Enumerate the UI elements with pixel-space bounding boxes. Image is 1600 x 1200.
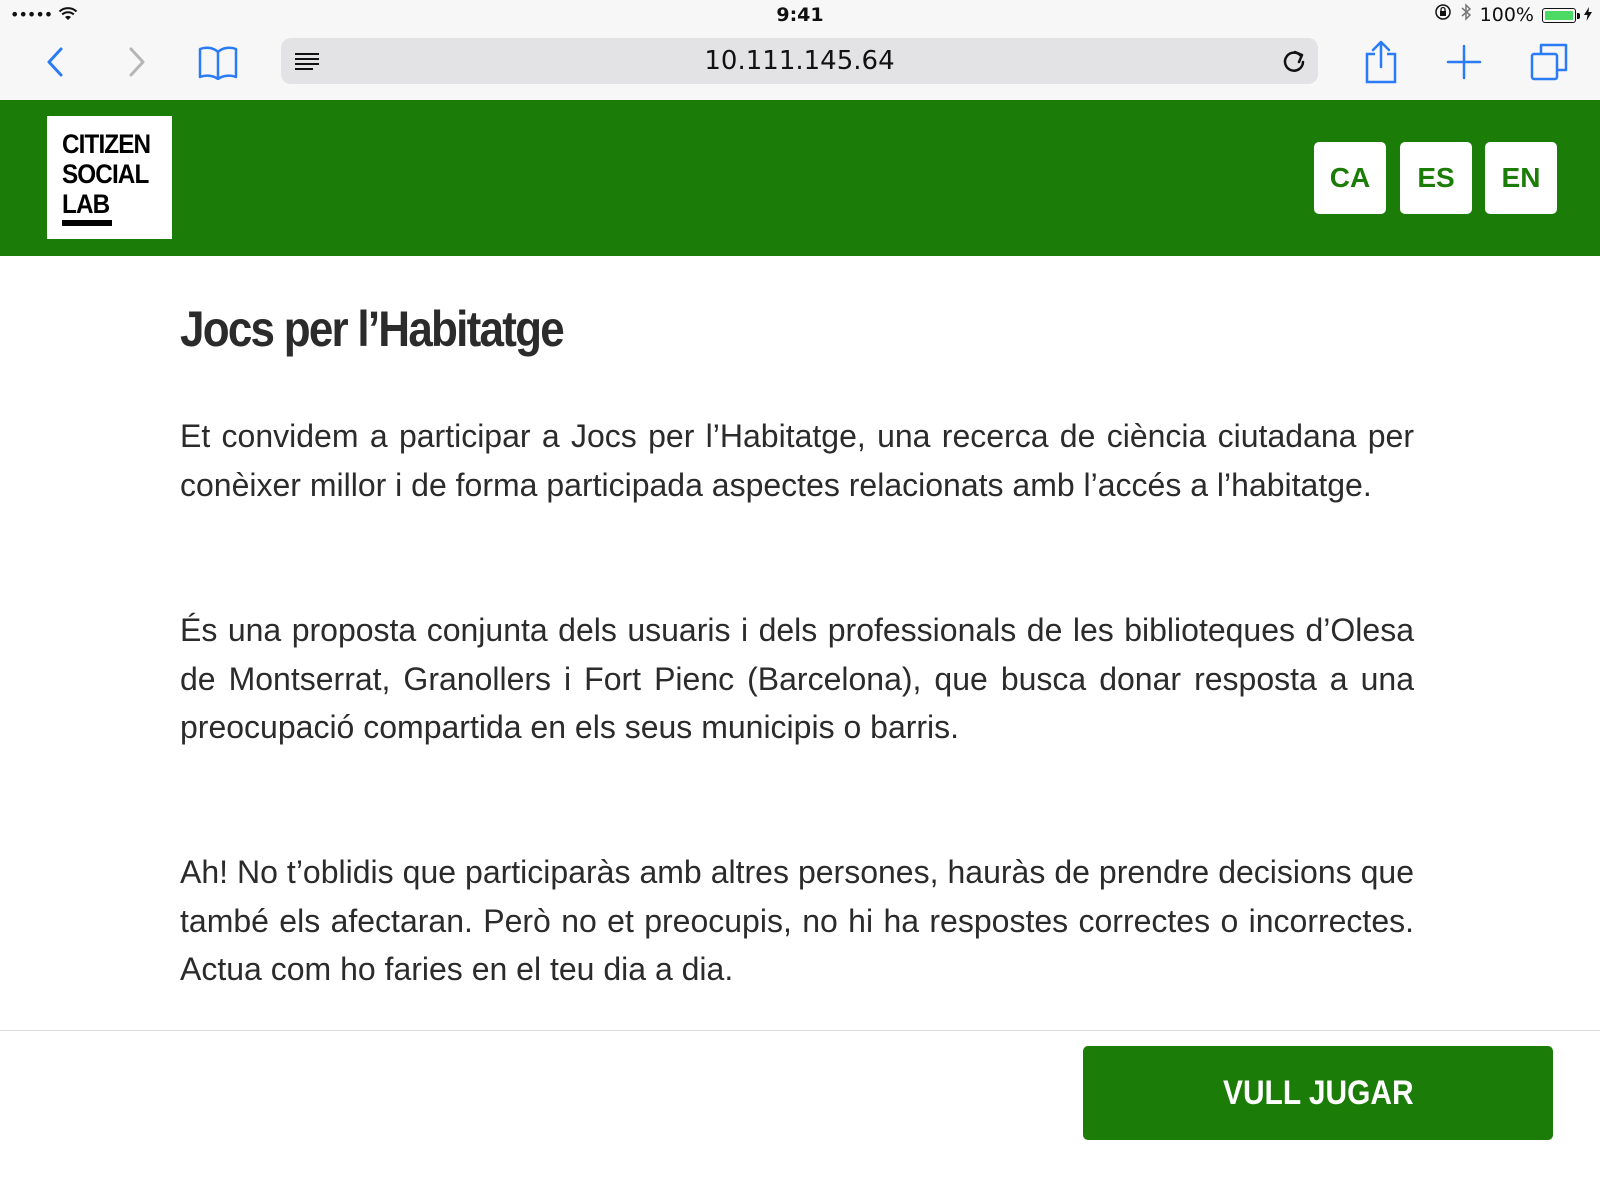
bluetooth-icon: [1460, 0, 1472, 30]
battery-percent: 100%: [1479, 4, 1534, 26]
status-right: 100%: [1434, 0, 1592, 30]
bookmarks-button[interactable]: [196, 42, 240, 86]
reload-icon[interactable]: [1280, 47, 1308, 79]
battery-icon: [1542, 7, 1580, 23]
logo-text: CITIZEN SOCIAL LAB: [62, 129, 151, 219]
logo-line-citizen: CITIZEN: [62, 129, 151, 159]
bookmarks-icon: [197, 44, 239, 84]
play-button-label: VULL JUGAR: [1222, 1073, 1414, 1112]
share-button[interactable]: [1359, 40, 1403, 88]
site-header: CITIZEN SOCIAL LAB CA ES EN: [0, 100, 1600, 256]
logo-line-lab: LAB: [62, 189, 110, 219]
share-icon: [1364, 40, 1398, 88]
language-button-es[interactable]: ES: [1400, 142, 1472, 214]
logo-line-social: SOCIAL: [62, 159, 149, 189]
logo-underline: [62, 220, 112, 226]
status-bar: ••••• 9:41 100%: [0, 0, 1600, 30]
play-button[interactable]: VULL JUGAR: [1083, 1046, 1553, 1140]
new-tab-icon: [1446, 44, 1482, 84]
page-title: Jocs per l’Habitatge: [180, 301, 565, 357]
back-icon: [45, 46, 65, 82]
intro-paragraph: Et convidem a participar a Jocs per l’Ha…: [180, 418, 1414, 503]
orientation-lock-icon: [1434, 0, 1452, 30]
tabs-icon: [1529, 42, 1569, 86]
citizen-social-lab-logo[interactable]: CITIZEN SOCIAL LAB: [47, 116, 172, 239]
url-text[interactable]: 10.111.145.64: [281, 38, 1318, 84]
battery-fill: [1545, 10, 1573, 20]
footer-divider: [0, 1030, 1600, 1031]
language-button-en[interactable]: EN: [1485, 142, 1557, 214]
status-time: 9:41: [776, 4, 824, 26]
browser-toolbar: 10.111.145.64: [0, 30, 1600, 101]
battery-nub: [1577, 12, 1580, 19]
charging-icon: [1584, 0, 1592, 30]
forward-button[interactable]: [115, 42, 159, 86]
address-bar[interactable]: 10.111.145.64: [281, 38, 1318, 84]
new-tab-button[interactable]: [1442, 42, 1486, 86]
back-button[interactable]: [33, 42, 77, 86]
tabs-button[interactable]: [1527, 42, 1571, 86]
reminder-paragraph: Ah! No t’oblidis que participaràs amb al…: [180, 854, 1414, 987]
language-button-ca[interactable]: CA: [1314, 142, 1386, 214]
description-paragraph: És una proposta conjunta dels usuaris i …: [180, 612, 1414, 745]
forward-icon: [127, 46, 147, 82]
